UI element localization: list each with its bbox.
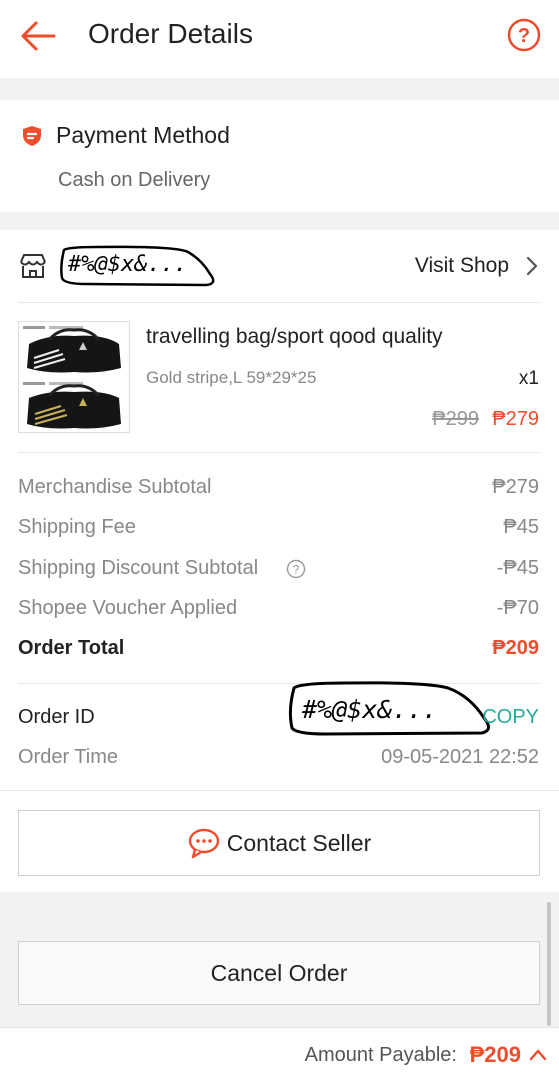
visit-shop-link[interactable]: Visit Shop (415, 254, 509, 278)
section-gap (0, 78, 559, 100)
svg-text:?: ? (518, 25, 530, 47)
shipping-discount-value: -₱45 (496, 557, 539, 579)
chat-icon (188, 828, 219, 859)
header-bar: Order Details ? (0, 0, 559, 78)
order-time-value: 09-05-2021 22:52 (381, 746, 539, 768)
product-name[interactable]: travelling bag/sport qood quality (146, 325, 443, 349)
merchandise-subtotal-value: ₱279 (492, 476, 539, 498)
product-quantity: x1 (518, 368, 539, 389)
chevron-up-icon[interactable] (527, 1044, 549, 1066)
payment-method-title: Payment Method (56, 122, 230, 148)
voucher-applied-value: -₱70 (496, 597, 539, 619)
amount-payable-label: Amount Payable: (304, 1044, 457, 1066)
product-thumbnail[interactable] (18, 321, 130, 433)
page-title: Order Details (88, 18, 253, 49)
cancel-order-button[interactable]: Cancel Order (18, 941, 540, 1005)
shield-icon (23, 126, 41, 146)
info-icon[interactable]: ? (286, 559, 306, 579)
divider (18, 452, 541, 453)
contact-seller-label: Contact Seller (226, 829, 372, 856)
shop-icon (20, 254, 46, 278)
divider (18, 302, 541, 303)
contact-seller-button[interactable]: Contact Seller (18, 810, 540, 876)
voucher-applied-label: Shopee Voucher Applied (18, 597, 238, 619)
scrollbar[interactable] (547, 902, 551, 1026)
chevron-right-icon[interactable] (521, 254, 543, 278)
bag-image-icon (23, 326, 121, 429)
amount-payable-value: ₱209 (469, 1042, 521, 1067)
order-total-value: ₱209 (492, 637, 539, 659)
shop-name[interactable]: #%@$x&... (68, 252, 187, 277)
payment-method-value: Cash on Delivery (58, 169, 211, 191)
order-id-label: Order ID (18, 706, 95, 728)
shipping-fee-value: ₱45 (503, 516, 539, 538)
product-price: ₱279 (492, 408, 539, 430)
section-gap (0, 212, 559, 230)
order-total-label: Order Total (18, 637, 125, 659)
help-icon[interactable]: ? (507, 18, 541, 52)
shipping-discount-label: Shipping Discount Subtotal (18, 557, 259, 579)
cancel-order-label: Cancel Order (210, 959, 348, 986)
order-id-value: #%@$x&... (302, 695, 438, 724)
merchandise-subtotal-label: Merchandise Subtotal (18, 476, 212, 498)
order-time-label: Order Time (18, 746, 119, 768)
product-variation: Gold stripe,L 59*29*25 (146, 368, 317, 387)
divider (0, 790, 559, 791)
product-original-price: ₱299 (432, 408, 479, 430)
copy-button[interactable]: COPY (482, 706, 539, 729)
shipping-fee-label: Shipping Fee (18, 516, 136, 538)
payment-method-card (0, 100, 559, 212)
svg-text:?: ? (293, 563, 300, 577)
back-arrow-icon[interactable] (18, 18, 58, 54)
